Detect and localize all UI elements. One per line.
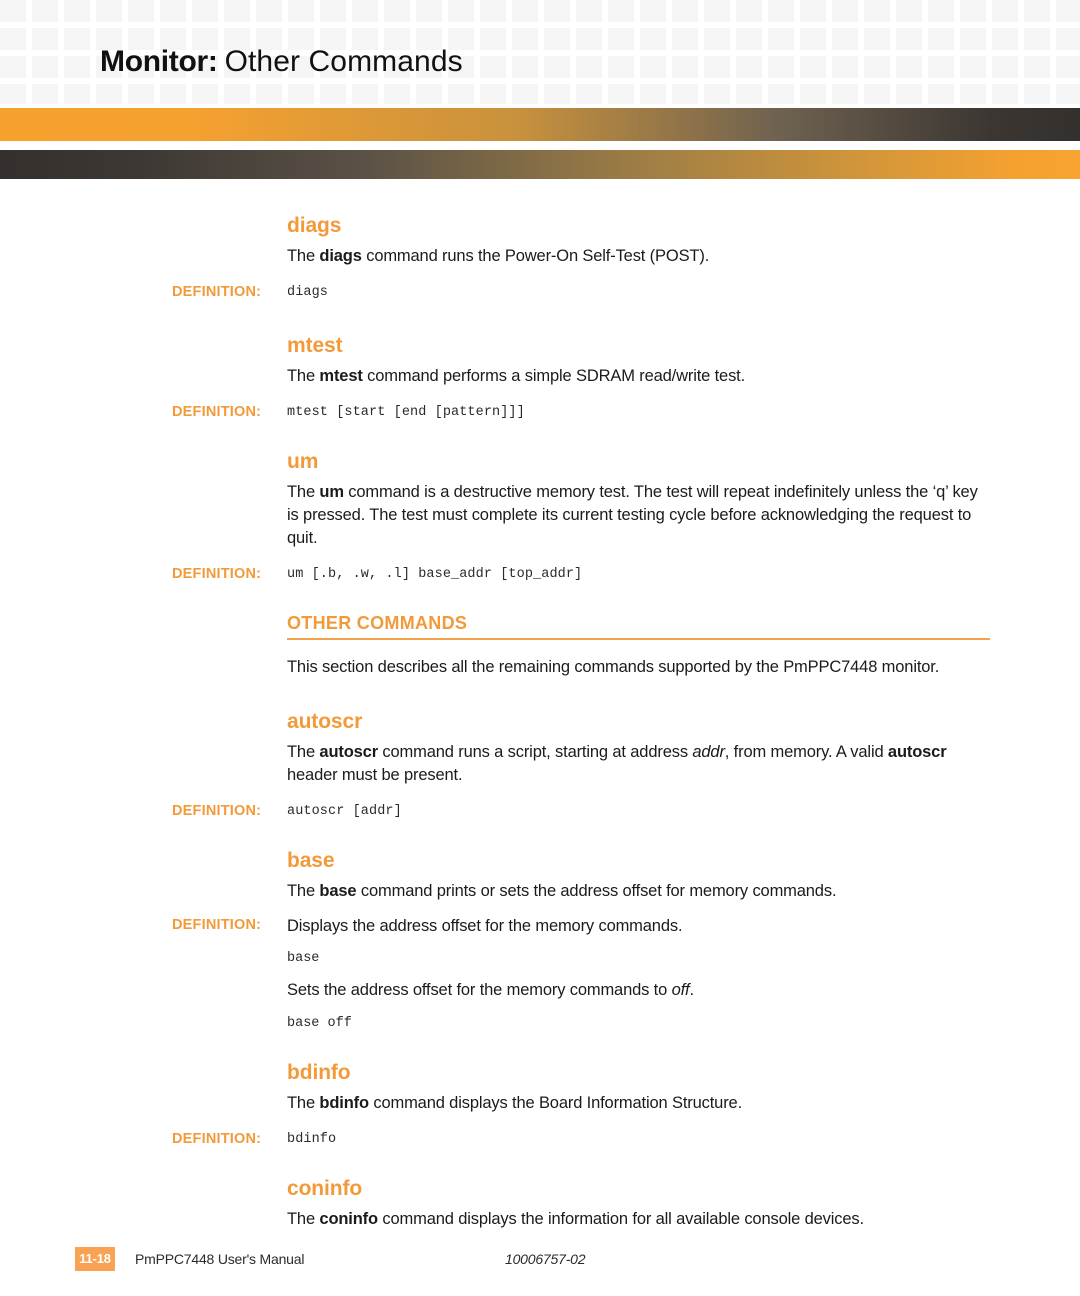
command-body-bdinfo: The bdinfo command displays the Board In… xyxy=(287,1092,993,1115)
command-section-mtest: mtest The mtest command performs a simpl… xyxy=(0,333,1080,423)
definition-label: DEFINITION: xyxy=(172,1131,262,1147)
page-title: Monitor: Other Commands xyxy=(100,42,463,82)
definition-label: DEFINITION: xyxy=(172,803,262,819)
header-gradient-bar-top xyxy=(0,108,1080,141)
command-heading-mtest: mtest xyxy=(287,334,343,357)
text-bold-command: mtest xyxy=(319,367,363,385)
definition-value-bdinfo: bdinfo xyxy=(287,1132,337,1147)
text-part4: header must be present. xyxy=(287,766,463,784)
text-suffix: command displays the Board Information S… xyxy=(368,1094,743,1112)
other-commands-intro: This section describes all the remaining… xyxy=(287,658,940,676)
command-heading-base: base xyxy=(287,849,335,872)
command-section-autoscr: autoscr The autoscr command runs a scrip… xyxy=(0,709,1080,822)
command-section-coninfo: coninfo The coninfo command displays the… xyxy=(0,1176,1080,1231)
text-suffix: command displays the information for all… xyxy=(377,1210,864,1228)
page-footer: 11-18 PmPPC7448 User's Manual 10006757-0… xyxy=(0,1246,1080,1282)
command-body-autoscr: The autoscr command runs a script, start… xyxy=(287,741,993,787)
definition-value-autoscr: autoscr [addr] xyxy=(287,804,402,819)
definition-row-diags: DEFINITION: diags xyxy=(0,282,1080,303)
text-prefix: The xyxy=(287,882,320,900)
text-prefix: Sets the address offset for the memory c… xyxy=(287,981,672,999)
definition-row-autoscr: DEFINITION: autoscr [addr] xyxy=(0,801,1080,822)
text-part2: command runs a script, starting at addre… xyxy=(377,743,693,761)
command-heading-diags: diags xyxy=(287,214,342,237)
text-italic-off: off xyxy=(671,981,690,999)
definition-row-um: DEFINITION: um [.b, .w, .l] base_addr [t… xyxy=(0,564,1080,585)
page-title-light: Other Commands xyxy=(224,45,463,78)
definition-label: DEFINITION: xyxy=(172,284,262,300)
definition-row-mtest: DEFINITION: mtest [start [end [pattern]]… xyxy=(0,402,1080,423)
page-title-strong: Monitor: xyxy=(100,45,218,78)
definition-label: DEFINITION: xyxy=(172,404,262,420)
command-section-um: um The um command is a destructive memor… xyxy=(0,449,1080,585)
command-body-base: The base command prints or sets the addr… xyxy=(287,880,993,903)
text-part1: The xyxy=(287,743,320,761)
text-bold-command-1: autoscr xyxy=(319,743,378,761)
text-part3: , from memory. A valid xyxy=(724,743,888,761)
page-header: Monitor: Other Commands xyxy=(0,0,1080,104)
definition-label: DEFINITION: xyxy=(172,917,262,933)
definition-value-mtest: mtest [start [end [pattern]]] xyxy=(287,405,525,420)
text-prefix: The xyxy=(287,483,320,501)
text-bold-command: coninfo xyxy=(319,1210,378,1228)
text-bold-command: diags xyxy=(319,247,362,265)
text-bold-command-2: autoscr xyxy=(887,743,947,761)
section-heading-other-commands: OTHER COMMANDS xyxy=(287,613,468,633)
text-prefix: The xyxy=(287,1210,320,1228)
command-section-bdinfo: bdinfo The bdinfo command displays the B… xyxy=(0,1060,1080,1150)
footer-document-number: 10006757-02 xyxy=(505,1251,586,1267)
text-bold-command: base xyxy=(319,882,357,900)
code-example-base-off: base off xyxy=(287,1016,352,1031)
footer-manual-title: PmPPC7448 User's Manual xyxy=(135,1251,305,1267)
definition-row-bdinfo: DEFINITION: bdinfo xyxy=(0,1129,1080,1150)
page-number-badge: 11-18 xyxy=(75,1247,115,1271)
text-suffix: . xyxy=(689,981,694,999)
text-bold-command: um xyxy=(319,483,344,501)
command-body-diags: The diags command runs the Power-On Self… xyxy=(287,245,993,268)
command-heading-um: um xyxy=(287,450,319,473)
command-body-coninfo: The coninfo command displays the informa… xyxy=(287,1208,993,1231)
page-content: diags The diags command runs the Power-O… xyxy=(0,179,1080,1231)
text-prefix: The xyxy=(287,367,320,385)
base-set-description: Sets the address offset for the memory c… xyxy=(287,979,993,1002)
text-suffix: command runs the Power-On Self-Test (POS… xyxy=(361,247,710,265)
command-heading-autoscr: autoscr xyxy=(287,710,363,733)
header-gradient-bar-bottom xyxy=(0,150,1080,179)
command-heading-coninfo: coninfo xyxy=(287,1177,363,1200)
definition-label: DEFINITION: xyxy=(172,566,262,582)
text-bold-command: bdinfo xyxy=(319,1094,369,1112)
command-body-um: The um command is a destructive memory t… xyxy=(287,481,993,550)
text-prefix: The xyxy=(287,1094,320,1112)
definition-row-base: DEFINITION: Displays the address offset … xyxy=(0,915,1080,937)
definition-value-base-prose: Displays the address offset for the memo… xyxy=(287,917,683,935)
text-suffix: command performs a simple SDRAM read/wri… xyxy=(362,367,746,385)
command-heading-bdinfo: bdinfo xyxy=(287,1061,351,1084)
command-section-diags: diags The diags command runs the Power-O… xyxy=(0,213,1080,303)
text-suffix: command prints or sets the address offse… xyxy=(356,882,837,900)
text-prefix: The xyxy=(287,247,320,265)
definition-value-um: um [.b, .w, .l] base_addr [top_addr] xyxy=(287,567,583,582)
text-italic-addr: addr xyxy=(692,743,725,761)
definition-value-diags: diags xyxy=(287,285,329,300)
code-example-base: base xyxy=(287,951,320,966)
other-commands-section: OTHER COMMANDS This section describes al… xyxy=(0,611,1080,679)
command-body-mtest: The mtest command performs a simple SDRA… xyxy=(287,365,993,388)
text-suffix: command is a destructive memory test. Th… xyxy=(287,483,978,547)
command-section-base: base The base command prints or sets the… xyxy=(0,848,1080,1034)
